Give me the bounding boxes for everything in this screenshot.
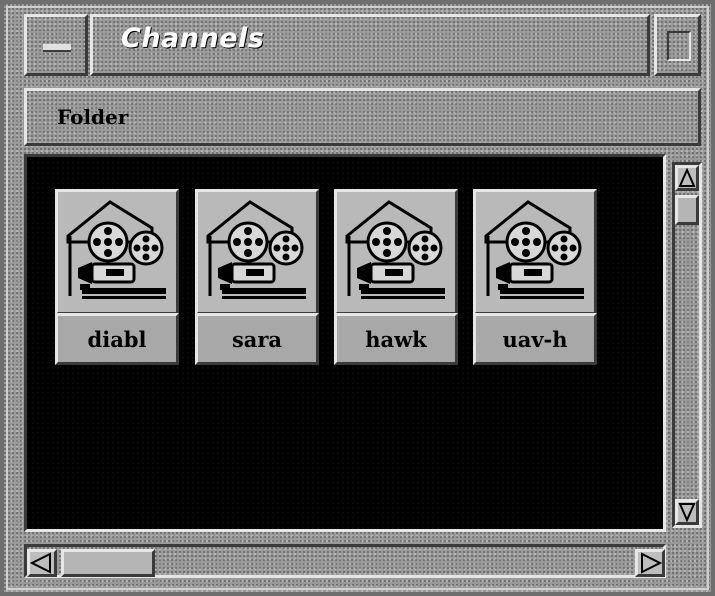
icon-area[interactable]: diabl sara hawk uav-h xyxy=(27,157,663,529)
arrow-up-icon xyxy=(678,167,696,187)
channel-icon-hawk[interactable]: hawk xyxy=(334,189,458,389)
arrow-down-icon xyxy=(678,503,696,523)
scroll-down-button[interactable] xyxy=(675,499,699,525)
channel-icon-sara[interactable]: sara xyxy=(195,189,319,389)
maximize-icon xyxy=(667,31,691,61)
title-bar[interactable]: Channels xyxy=(24,14,701,76)
arrow-left-icon xyxy=(29,552,51,574)
window-menu-icon xyxy=(43,44,71,52)
channel-label: sara xyxy=(195,313,319,365)
window-menu-button[interactable] xyxy=(24,14,88,76)
horizontal-scrollbar[interactable] xyxy=(24,544,666,578)
movie-projector-icon xyxy=(334,189,458,315)
channel-label: diabl xyxy=(55,313,179,365)
channel-icon-uav-h[interactable]: uav-h xyxy=(473,189,597,389)
maximize-button[interactable] xyxy=(654,14,701,76)
movie-projector-icon xyxy=(195,189,319,315)
channels-window: Channels Folder diabl sara hawk uav-h xyxy=(0,0,715,596)
arrow-right-icon xyxy=(641,552,663,574)
channel-icon-diabl[interactable]: diabl xyxy=(55,189,179,389)
title-area[interactable]: Channels xyxy=(90,14,650,76)
vertical-scroll-thumb[interactable] xyxy=(675,195,699,225)
channel-label: uav-h xyxy=(473,313,597,365)
horizontal-scroll-thumb[interactable] xyxy=(61,549,155,577)
scroll-left-button[interactable] xyxy=(27,549,57,577)
scroll-right-button[interactable] xyxy=(635,549,665,577)
vertical-scrollbar[interactable] xyxy=(672,162,702,528)
movie-projector-icon xyxy=(55,189,179,315)
menu-bar: Folder xyxy=(24,88,701,146)
channel-icon-view: diabl sara hawk uav-h xyxy=(24,154,666,532)
menu-item-folder[interactable]: Folder xyxy=(57,105,128,129)
channel-label: hawk xyxy=(334,313,458,365)
movie-projector-icon xyxy=(473,189,597,315)
resize-corner[interactable] xyxy=(672,544,702,578)
scroll-up-button[interactable] xyxy=(675,165,699,191)
window-title: Channels xyxy=(121,23,265,54)
